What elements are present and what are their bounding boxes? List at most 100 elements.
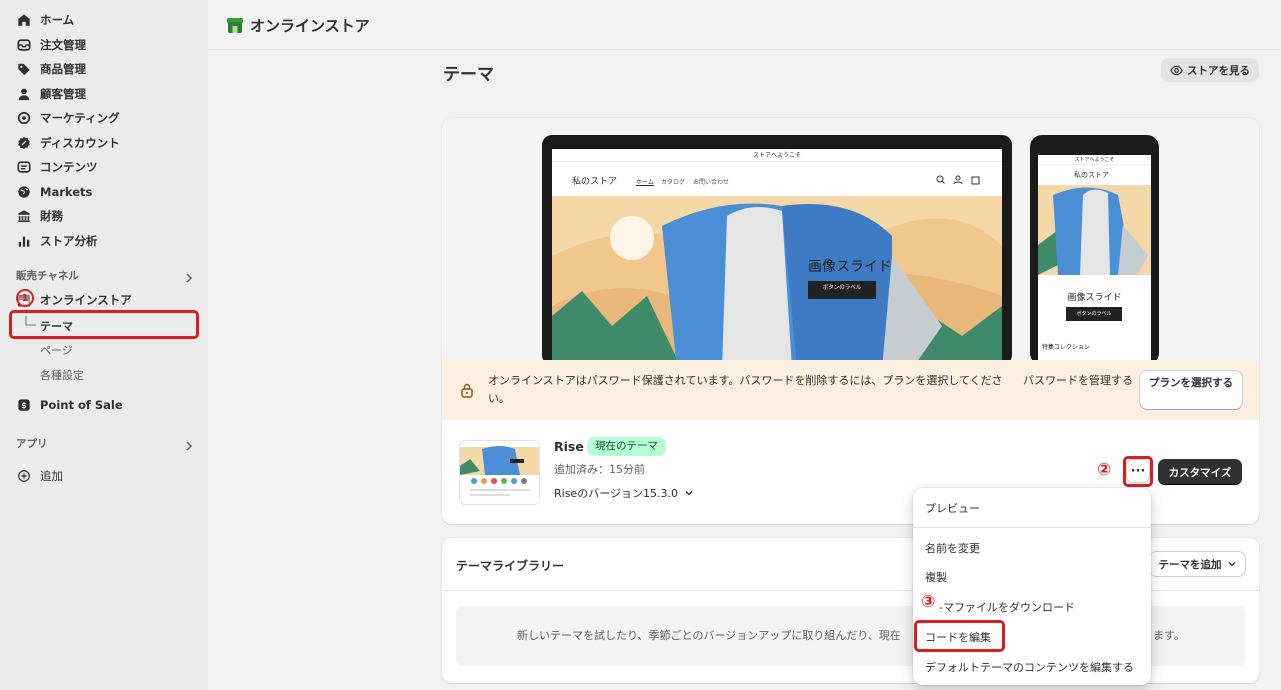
theme-added-time: 追加済み：15分前 [554,463,645,476]
lock-icon [461,383,473,398]
sidebar-item-home[interactable]: ホーム [16,10,74,30]
sidebar-item-label: ストア分析 [40,234,98,248]
menu-item-preview[interactable]: プレビュー [925,500,980,516]
sidebar-item-label: 財務 [40,209,63,223]
apps-label: アプリ [16,438,48,450]
current-theme-badge: 現在のテーマ [587,437,666,456]
theme-name: Rise [554,439,584,454]
tag-icon [16,61,32,77]
sidebar-item-label: オンラインストア [40,293,132,307]
laptop-screen: ストアへようこそ 私のストア ホーム カタログ お問い合わせ 画像スライド ボタ… [552,149,1002,360]
chevron-down-icon [1228,562,1235,567]
view-store-button[interactable]: ストアを見る [1161,58,1259,82]
phone-slide-title: 画像スライド [1067,293,1122,303]
sidebar-item-label: 顧客管理 [40,87,86,101]
sidebar: ホーム 注文管理 商品管理 顧客管理 マーケティング ディスカウント コンテンツ… [0,0,208,690]
theme-thumbnail[interactable] [459,440,540,505]
chevron-down-icon [685,491,693,496]
annotation-highlight-box [914,620,1005,652]
sidebar-item-finance[interactable]: 財務 [16,206,63,226]
annotation-number-3: ③ [921,592,936,612]
home-icon [16,12,32,28]
person-icon [16,86,32,102]
chevron-right-icon[interactable] [183,440,195,452]
phone-hero-image [1038,185,1151,275]
sidebar-sub-item-pages[interactable]: ページ [40,342,73,358]
plus-circle-icon [16,468,32,484]
annotation-number-2: ② [1097,460,1112,480]
eye-icon [1170,65,1183,75]
annotation-highlight-box [9,310,199,339]
add-theme-button[interactable]: テーマを追加 [1150,552,1245,576]
sidebar-item-pos[interactable]: $ Point of Sale [16,395,123,415]
phone-collection-label: 特集コレクション [1042,344,1091,351]
inbox-icon [16,37,32,53]
sidebar-item-discounts[interactable]: ディスカウント [16,133,120,153]
sidebar-item-orders[interactable]: 注文管理 [16,35,86,55]
sidebar-sub-item-settings[interactable]: 各種設定 [40,367,84,383]
sidebar-item-label: 追加 [40,469,63,483]
select-plan-button[interactable]: プランを選択する [1140,371,1242,409]
menu-item-edit-default-content[interactable]: デフォルトテーマのコンテンツを編集する [925,659,1134,675]
sidebar-item-content[interactable]: コンテンツ [16,157,98,177]
sidebar-item-label: Point of Sale [40,398,123,412]
svg-text:$: $ [21,401,26,410]
sidebar-item-label: コンテンツ [40,160,98,174]
target-icon [16,110,32,126]
phone-preview: ストアへようこそ 私のストア 画像スライド ボタンのラベル 特集コレクション [1030,135,1159,360]
theme-preview[interactable]: ストアへようこそ 私のストア ホーム カタログ お問い合わせ 画像スライド ボタ… [442,118,1259,360]
sidebar-item-marketing[interactable]: マーケティング [16,108,120,128]
divider [913,527,1151,528]
sidebar-item-add-app[interactable]: 追加 [16,466,63,486]
preview-store-name: 私のストア [572,177,618,187]
customize-button[interactable]: カスタマイズ [1158,459,1242,485]
chevron-right-icon[interactable] [183,272,195,284]
menu-item-duplicate[interactable]: 複製 [925,569,947,585]
top-header: オンラインストア [208,0,1281,50]
password-message: オンラインストアはパスワード保護されています。パスワードを削除するには、プランを… [488,374,1003,405]
library-empty-text: 新しいテーマを試したり、季節ごとのバージョンアップに取り組んだり、現在 [517,629,901,642]
menu-item-download-theme-file[interactable]: -マファイルをダウンロード [939,599,1075,615]
sidebar-item-markets[interactable]: Markets [16,182,92,202]
preview-header-icons [936,175,980,185]
hero-image: 画像スライド ボタンのラベル [552,196,1002,360]
bar-chart-icon [16,233,32,249]
discount-icon [16,135,32,151]
content-icon [16,159,32,175]
sales-channels-label: 販売チャネル [16,270,79,282]
header-title: オンラインストア [250,17,370,35]
preview-nav-catalog: カタログ [661,179,686,186]
theme-version-label: Riseのバージョン15.3.0 [554,487,678,500]
sidebar-item-label: ホーム [40,13,75,27]
hero-slide-title: 画像スライド [808,259,892,275]
sidebar-item-label: 注文管理 [40,38,86,52]
annotation-highlight-box [1123,456,1153,487]
phone-button-label: ボタンのラベル [1066,307,1122,321]
theme-version[interactable]: Riseのバージョン15.3.0 [554,485,694,501]
sidebar-item-label: Markets [40,185,93,199]
sidebar-item-customers[interactable]: 顧客管理 [16,84,86,104]
bank-icon [16,208,32,224]
theme-actions-menu: プレビュー 名前を変更 複製 -マファイルをダウンロード コードを編集 デフォル… [913,488,1151,685]
preview-nav-contact: お問い合わせ [693,179,730,186]
sidebar-item-products[interactable]: 商品管理 [16,59,86,79]
menu-item-rename[interactable]: 名前を変更 [925,540,980,556]
phone-store-name: 私のストア [1074,171,1109,179]
manage-password-link[interactable]: パスワードを管理する [1023,372,1133,390]
sidebar-item-analytics[interactable]: ストア分析 [16,231,98,251]
announcement-bar: ストアへようこそ [552,149,1002,162]
online-store-logo-icon [227,18,243,33]
page-title: テーマ [443,65,494,85]
pos-icon: $ [16,397,32,413]
phone-screen: ストアへようこそ 私のストア 画像スライド ボタンのラベル 特集コレクション [1038,155,1151,360]
add-theme-label: テーマを追加 [1158,558,1222,571]
library-empty-text-end: ます。 [1153,629,1185,642]
view-store-label: ストアを見る [1187,64,1250,77]
password-banner: オンラインストアはパスワード保護されています。パスワードを削除するには、プランを… [442,360,1259,420]
hero-button-label: ボタンのラベル [822,285,862,291]
sidebar-item-label: ディスカウント [40,136,120,150]
sidebar-item-label: マーケティング [40,111,120,125]
phone-announcement: ストアへようこそ [1038,155,1151,165]
annotation-number-1: 1 [16,289,34,307]
theme-library-title: テーマライブラリー [456,559,565,573]
